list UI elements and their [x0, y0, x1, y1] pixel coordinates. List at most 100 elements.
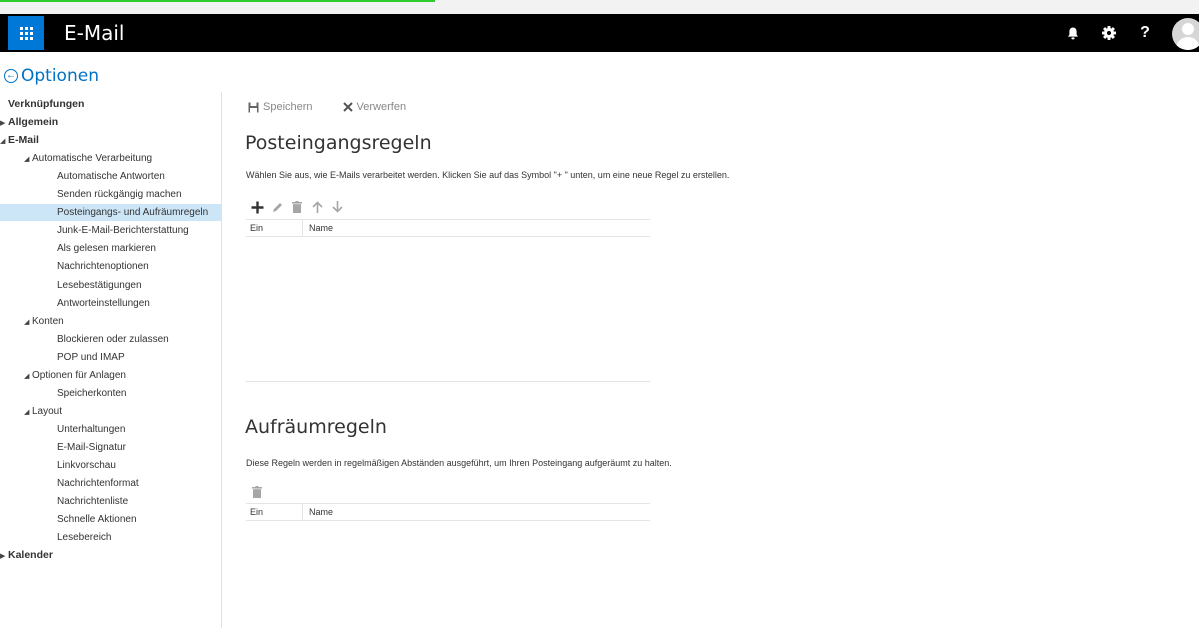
sidebar-item-label: Junk-E-Mail-Berichterstattung — [57, 225, 189, 237]
top-icons: ? — [1055, 14, 1199, 52]
expanded-arrow-icon[interactable]: ◢ — [24, 404, 32, 421]
sidebar-item-blockieren-oder-zulassen[interactable]: Blockieren oder zulassen — [0, 331, 221, 348]
table-header: Ein Name — [246, 503, 650, 521]
sweep-rules-description: Diese Regeln werden in regelmäßigen Abst… — [246, 458, 672, 468]
bell-icon — [1068, 27, 1078, 39]
sidebar-item-label: Nachrichtenformat — [57, 478, 139, 490]
table-header: Ein Name — [246, 219, 650, 237]
discard-label: Verwerfen — [356, 101, 407, 113]
sidebar-item-konten[interactable]: ◢ Konten — [0, 313, 221, 330]
add-icon — [251, 201, 263, 213]
sidebar-item-label: Linkvorschau — [57, 460, 116, 471]
sidebar-item-label: Blockieren oder zulassen — [57, 333, 169, 345]
sidebar-item-verknüpfungen[interactable]: Verknüpfungen — [0, 96, 221, 113]
expanded-arrow-icon[interactable]: ◢ — [24, 151, 32, 168]
expanded-arrow-icon[interactable]: ◢ — [0, 133, 8, 150]
sidebar-item-label: Lesebestätigungen — [57, 279, 142, 291]
sidebar-item-nachrichtenoptionen[interactable]: Nachrichtenoptionen — [0, 258, 221, 275]
collapsed-arrow-icon[interactable]: ▶ — [0, 115, 8, 132]
sidebar-item-unterhaltungen[interactable]: Unterhaltungen — [0, 421, 221, 438]
move-down-button[interactable] — [328, 199, 346, 215]
sidebar-item-label: Als gelesen markieren — [57, 243, 156, 255]
sidebar-item-optionen-für-anlagen[interactable]: ◢ Optionen für Anlagen — [0, 367, 221, 384]
top-bar: E-Mail ? — [0, 14, 1199, 52]
save-icon — [248, 102, 259, 112]
sidebar-item-label: Allgemein — [8, 116, 59, 129]
sidebar-item-allgemein[interactable]: ▶ Allgemein — [0, 114, 221, 131]
sidebar-item-als-gelesen-markieren[interactable]: Als gelesen markieren — [0, 240, 221, 257]
sidebar-item-pop-und-imap[interactable]: POP und IMAP — [0, 349, 221, 366]
sidebar-item-e-mail[interactable]: ◢ E-Mail — [0, 132, 221, 149]
sweep-rules-title: Aufräumregeln — [245, 416, 387, 438]
sidebar-item-label: Nachrichtenoptionen — [57, 261, 149, 273]
sidebar-item-posteingangs-und-aufräumregeln[interactable]: Posteingangs- und Aufräumregeln — [0, 204, 221, 222]
add-rule-button[interactable] — [248, 199, 266, 215]
help-button[interactable]: ? — [1127, 14, 1163, 52]
options-sidebar: Verknüpfungen ▶ Allgemein ◢ E-Mail ◢ Automatis… — [0, 92, 222, 628]
sidebar-item-label: Layout — [32, 405, 63, 417]
options-title: Optionen — [21, 66, 99, 86]
expanded-arrow-icon[interactable]: ◢ — [24, 368, 32, 385]
column-header-enabled[interactable]: Ein — [246, 220, 303, 236]
sidebar-item-kalender[interactable]: ▶ Kalender — [0, 547, 221, 564]
sidebar-item-linkvorschau[interactable]: Linkvorschau — [0, 457, 221, 474]
collapsed-arrow-icon[interactable]: ▶ — [0, 548, 8, 565]
sidebar-item-label: POP und IMAP — [57, 351, 125, 363]
app-title: E-Mail — [64, 21, 125, 45]
sidebar-item-automatische-verarbeitung[interactable]: ◢ Automatische Verarbeitung — [0, 150, 221, 167]
sidebar-item-label: Nachrichtenliste — [57, 496, 129, 508]
sidebar-item-label: Automatische Antworten — [57, 171, 165, 183]
save-button[interactable]: Speichern — [248, 101, 313, 113]
sidebar-item-antworteinstellungen[interactable]: Antworteinstellungen — [0, 295, 221, 312]
sidebar-item-senden-rückgängig-machen[interactable]: Senden rückgängig machen — [0, 186, 221, 203]
gear-icon — [1102, 26, 1116, 40]
app-launcher-button[interactable] — [8, 16, 44, 50]
notifications-button[interactable] — [1055, 14, 1091, 52]
column-header-name[interactable]: Name — [303, 220, 333, 236]
sidebar-item-label: Schnelle Aktionen — [57, 514, 137, 526]
discard-button[interactable]: Verwerfen — [342, 101, 407, 113]
edit-rule-button[interactable] — [268, 199, 286, 215]
move-up-button[interactable] — [308, 199, 326, 215]
help-icon: ? — [1140, 24, 1150, 41]
expanded-arrow-icon[interactable]: ◢ — [24, 314, 32, 331]
avatar[interactable] — [1163, 14, 1199, 52]
delete-rule-button[interactable] — [288, 199, 306, 215]
sidebar-item-label: Unterhaltungen — [57, 423, 126, 435]
sidebar-item-nachrichtenformat[interactable]: Nachrichtenformat — [0, 475, 221, 492]
waffle-icon — [19, 26, 33, 40]
sidebar-item-layout[interactable]: ◢ Layout — [0, 403, 221, 420]
sweep-rules-tools — [248, 484, 268, 500]
edit-icon — [272, 202, 282, 212]
sidebar-item-speicherkonten[interactable]: Speicherkonten — [0, 385, 221, 402]
move-up-icon — [311, 201, 323, 213]
section-divider — [246, 381, 650, 382]
inbox-rules-title: Posteingangsregeln — [245, 132, 432, 154]
settings-button[interactable] — [1091, 14, 1127, 52]
sidebar-item-lesebereich[interactable]: Lesebereich — [0, 529, 221, 546]
column-header-name[interactable]: Name — [303, 504, 333, 520]
sidebar-item-schnelle-aktionen[interactable]: Schnelle Aktionen — [0, 511, 221, 528]
sidebar-item-label: Senden rückgängig machen — [57, 189, 182, 201]
sidebar-item-e-mail-signatur[interactable]: E-Mail-Signatur — [0, 439, 221, 456]
sidebar-item-label: Verknüpfungen — [8, 98, 85, 110]
sidebar-item-nachrichtenliste[interactable]: Nachrichtenliste — [0, 493, 221, 510]
loading-bar — [0, 0, 435, 2]
move-down-icon — [331, 201, 343, 213]
delete-sweep-rule-button[interactable] — [248, 484, 266, 500]
sidebar-item-label: Antworteinstellungen — [57, 297, 150, 309]
sidebar-item-label: E-Mail-Signatur — [57, 441, 126, 453]
options-back-link[interactable]: ← Optionen — [4, 66, 99, 86]
inbox-rules-table: Ein Name — [246, 219, 650, 237]
sidebar-item-lesebestätigungen[interactable]: Lesebestätigungen — [0, 277, 221, 294]
column-header-enabled[interactable]: Ein — [246, 504, 303, 520]
sidebar-item-label: Konten — [32, 315, 64, 327]
sidebar-item-label: Posteingangs- und Aufräumregeln — [57, 207, 209, 219]
sidebar-item-label: E-Mail — [8, 134, 39, 147]
sidebar-item-automatische-antworten[interactable]: Automatische Antworten — [0, 168, 221, 185]
back-arrow-icon: ← — [4, 69, 18, 83]
sidebar-item-label: Kalender — [8, 549, 53, 562]
save-label: Speichern — [263, 101, 313, 113]
sidebar-item-junk-e-mail-berichterstattung[interactable]: Junk-E-Mail-Berichterstattung — [0, 222, 221, 239]
sidebar-item-label: Lesebereich — [57, 532, 112, 544]
